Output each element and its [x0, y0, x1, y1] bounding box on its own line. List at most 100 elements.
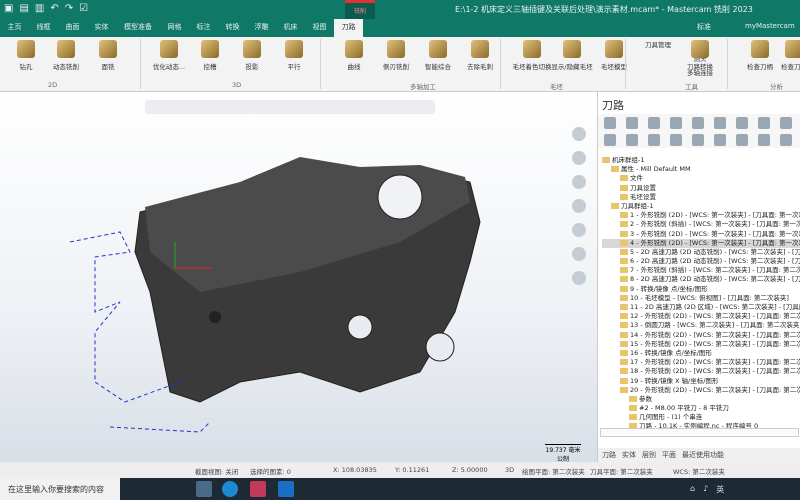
- view-icon[interactable]: [572, 223, 586, 237]
- operations-tree[interactable]: 机床群组-1 属性 - Mill Default MM 文件 刀具设置 毛坯设置 刀具群组…: [602, 156, 800, 432]
- ribbon-button[interactable]: 检查刀具: [770, 40, 800, 71]
- tab-9[interactable]: 机床: [276, 19, 305, 37]
- check-icon[interactable]: ☑: [79, 3, 88, 14]
- panel-tool-icon[interactable]: [648, 134, 660, 146]
- panel-tool-icon[interactable]: [604, 117, 616, 129]
- tplane[interactable]: 刀具平面: 第二次装夹: [590, 466, 653, 476]
- panel-tool-icon[interactable]: [758, 134, 770, 146]
- panel-tool-icon[interactable]: [648, 117, 660, 129]
- user-workspace[interactable]: myMastercam: [745, 22, 795, 30]
- graphics-viewport[interactable]: 19.737 毫米 公制: [0, 92, 597, 463]
- workspace-standard[interactable]: 标准: [697, 22, 711, 32]
- tree-item[interactable]: 参数: [602, 395, 800, 404]
- tree-item[interactable]: 几何图形 - (1) 个串连: [602, 413, 800, 422]
- tree-item[interactable]: 15 - 外形铣削 (2D) - [WCS: 第二次装夹] - [刀具面: 第二…: [602, 340, 800, 349]
- panel-tab[interactable]: 实体: [622, 448, 636, 462]
- tree-item[interactable]: 1 - 外形铣削 (2D) - [WCS: 第一次装夹] - [刀具面: 第一次…: [602, 211, 800, 220]
- rotate-icon[interactable]: [572, 127, 586, 141]
- ribbon-button[interactable]: 显示/隐藏毛坯: [548, 40, 596, 71]
- part-model[interactable]: [0, 92, 597, 462]
- panel-tab[interactable]: 刀路: [602, 448, 616, 462]
- tab-8[interactable]: 浮雕: [247, 19, 276, 37]
- tab-1[interactable]: 线框: [29, 19, 58, 37]
- tree-item[interactable]: 7 - 外形铣削 (斜插) - [WCS: 第二次装夹] - [刀具面: 第二次…: [602, 266, 800, 275]
- qq-browser-icon[interactable]: [222, 481, 238, 497]
- tree-item[interactable]: 14 - 外形铣削 (2D) - [WCS: 第二次装夹] - [刀具面: 第二…: [602, 331, 800, 340]
- panel-tool-icon[interactable]: [714, 117, 726, 129]
- tree-item[interactable]: 刀具设置: [602, 184, 800, 193]
- tree-item[interactable]: 11 - 2D 高速刀路 (2D 区域) - [WCS: 第二次装夹] - [刀…: [602, 303, 800, 312]
- tree-item[interactable]: 6 - 2D 高速刀路 (2D 动态铣削) - [WCS: 第二次装夹] - […: [602, 257, 800, 266]
- panel-tab[interactable]: 平面: [662, 448, 676, 462]
- tree-item[interactable]: 机床群组-1: [602, 156, 800, 165]
- tree-item[interactable]: 3 - 外形铣削 (2D) - [WCS: 第一次装夹] - [刀具面: 第一次…: [602, 230, 800, 239]
- panel-tool-icon[interactable]: [780, 134, 792, 146]
- tree-item[interactable]: 9 - 转换/镜像 点/坐标/图形: [602, 285, 800, 294]
- tree-item[interactable]: 文件: [602, 174, 800, 183]
- tree-item[interactable]: 13 - 倒圆刀路 - [WCS: 第二次装夹] - [刀具面: 第二次装夹]: [602, 321, 800, 330]
- panel-tool-icon[interactable]: [714, 134, 726, 146]
- panel-tool-icon[interactable]: [736, 134, 748, 146]
- ribbon-button[interactable]: 投影: [228, 40, 276, 71]
- tab-10[interactable]: 视图: [305, 19, 334, 37]
- tab-7[interactable]: 转换: [218, 19, 247, 37]
- wcs[interactable]: WCS: 第二次装夹: [673, 466, 725, 476]
- v-app-icon[interactable]: [278, 481, 294, 497]
- ribbon-button[interactable]: 曲线: [330, 40, 378, 71]
- pan-icon[interactable]: [572, 151, 586, 165]
- tree-item[interactable]: 20 - 外形铣削 (2D) - [WCS: 第二次装夹] - [刀具面: 第二…: [602, 386, 800, 395]
- panel-tool-icon[interactable]: [758, 117, 770, 129]
- coord-z[interactable]: Z: 5.00000: [452, 466, 488, 474]
- panel-tool-icon[interactable]: [736, 117, 748, 129]
- panel-tab[interactable]: 层别: [642, 448, 656, 462]
- ribbon-button[interactable]: 挖槽: [186, 40, 234, 71]
- mastercam-icon[interactable]: [250, 481, 266, 497]
- ribbon-button[interactable]: 面铣: [84, 40, 132, 71]
- fit-icon[interactable]: [572, 199, 586, 213]
- tree-item[interactable]: 16 - 转换/镜像 点/坐标/图形: [602, 349, 800, 358]
- taskbar-search[interactable]: 在这里输入你要搜索的内容: [0, 478, 120, 500]
- panel-tool-icon[interactable]: [604, 134, 616, 146]
- tree-item[interactable]: 属性 - Mill Default MM: [602, 165, 800, 174]
- panel-tool-icon[interactable]: [692, 117, 704, 129]
- horizontal-scrollbar[interactable]: [600, 428, 799, 437]
- ribbon-button[interactable]: 刀具管理: [634, 39, 682, 49]
- settings-icon[interactable]: [572, 271, 586, 285]
- print-icon[interactable]: ▥: [35, 3, 44, 14]
- tree-item[interactable]: 毛坯设置: [602, 193, 800, 202]
- tree-item[interactable]: 18 - 外形铣削 (2D) - [WCS: 第二次装夹] - [刀具面: 第二…: [602, 367, 800, 376]
- mode-3d[interactable]: 3D: [505, 466, 514, 474]
- panel-tool-icon[interactable]: [670, 117, 682, 129]
- tree-item[interactable]: 刀具群组-1: [602, 202, 800, 211]
- zoom-icon[interactable]: [572, 175, 586, 189]
- tab-6[interactable]: 标注: [189, 19, 218, 37]
- redo-icon[interactable]: ↷: [65, 3, 73, 14]
- tab-11[interactable]: 刀路: [334, 19, 363, 37]
- tab-2[interactable]: 曲面: [58, 19, 87, 37]
- ribbon-button[interactable]: 平行: [270, 40, 318, 71]
- tree-item[interactable]: 2 - 外形铣削 (斜插) - [WCS: 第一次装夹] - [刀具面: 第一次…: [602, 220, 800, 229]
- network-icon[interactable]: ⌂: [690, 484, 695, 495]
- tab-4[interactable]: 模型准备: [116, 19, 160, 37]
- volume-icon[interactable]: ♪: [703, 484, 708, 495]
- tree-item[interactable]: 4 - 外形铣削 (2D) - [WCS: 第一次装夹] - [刀具面: 第一次…: [602, 238, 800, 248]
- tree-item[interactable]: 19 - 转换/镜像 X 轴/坐标/图形: [602, 377, 800, 386]
- panel-tab[interactable]: 最近使用功能: [682, 448, 724, 462]
- calculator-icon[interactable]: [196, 481, 212, 497]
- tree-item[interactable]: 10 - 毛坯模型 - [WCS: 俯视图] - [刀具面: 第二次装夹]: [602, 294, 800, 303]
- ribbon-button[interactable]: 刀路转换: [676, 40, 724, 71]
- panel-tool-icon[interactable]: [692, 134, 704, 146]
- ribbon-button[interactable]: 智能综合: [414, 40, 462, 71]
- cplane[interactable]: 绘图平面: 第二次装夹: [522, 466, 585, 476]
- tree-item[interactable]: #2 - M8.00 平铣刀 - 8 平铣刀: [602, 404, 800, 413]
- tab-5[interactable]: 网格: [160, 19, 189, 37]
- undo-icon[interactable]: ↶: [50, 3, 58, 14]
- shade-icon[interactable]: [572, 247, 586, 261]
- tree-item[interactable]: 17 - 外形铣削 (2D) - [WCS: 第二次装夹] - [刀具面: 第二…: [602, 358, 800, 367]
- panel-tool-icon[interactable]: [670, 134, 682, 146]
- tree-item[interactable]: 12 - 外形铣削 (2D) - [WCS: 第二次装夹] - [刀具面: 第二…: [602, 312, 800, 321]
- ribbon-button[interactable]: 去除毛刺: [456, 40, 504, 71]
- ribbon-button[interactable]: 侧刃铣削: [372, 40, 420, 71]
- ribbon-button[interactable]: 毛坯模型: [590, 40, 638, 71]
- tab-0[interactable]: 主页: [0, 19, 29, 37]
